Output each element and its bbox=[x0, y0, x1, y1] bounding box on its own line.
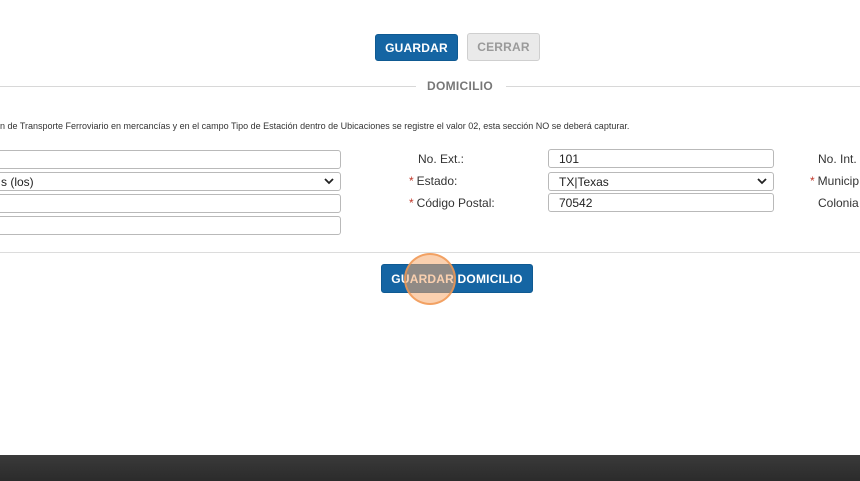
estado-select[interactable]: TX|Texas bbox=[548, 172, 774, 191]
no-ext-label: No. Ext.: bbox=[418, 152, 465, 166]
bottom-bar bbox=[0, 455, 860, 481]
section-title: DOMICILIO bbox=[427, 79, 494, 93]
chevron-down-icon bbox=[757, 178, 767, 185]
locality-input[interactable] bbox=[0, 194, 341, 213]
country-select[interactable]: s (los) bbox=[0, 172, 341, 191]
close-button[interactable]: CERRAR bbox=[467, 33, 540, 61]
required-mark: * bbox=[810, 174, 815, 188]
codigo-postal-label: * Código Postal: bbox=[409, 196, 495, 210]
municipio-label: * Municip bbox=[810, 174, 860, 188]
required-mark: * bbox=[409, 196, 414, 210]
reference-input[interactable] bbox=[0, 216, 341, 235]
country-select-value: s (los) bbox=[1, 175, 34, 189]
codigo-postal-input[interactable]: 70542 bbox=[548, 193, 774, 212]
section-divider-right bbox=[506, 86, 860, 87]
no-int-label: No. Int. bbox=[818, 152, 857, 166]
save-button[interactable]: GUARDAR bbox=[375, 34, 458, 61]
estado-select-value: TX|Texas bbox=[559, 175, 609, 189]
estado-label: * Estado: bbox=[409, 174, 458, 188]
required-mark: * bbox=[409, 174, 414, 188]
colonia-label: Colonia bbox=[818, 196, 859, 210]
section-note: n de Transporte Ferroviario en mercancía… bbox=[0, 121, 630, 131]
save-address-button[interactable]: GUARDAR DOMICILIO bbox=[381, 264, 533, 293]
street-input[interactable] bbox=[0, 150, 341, 169]
section-divider-left bbox=[0, 86, 416, 87]
no-ext-input[interactable]: 101 bbox=[548, 149, 774, 168]
form-divider bbox=[0, 252, 860, 253]
chevron-down-icon bbox=[324, 178, 334, 185]
